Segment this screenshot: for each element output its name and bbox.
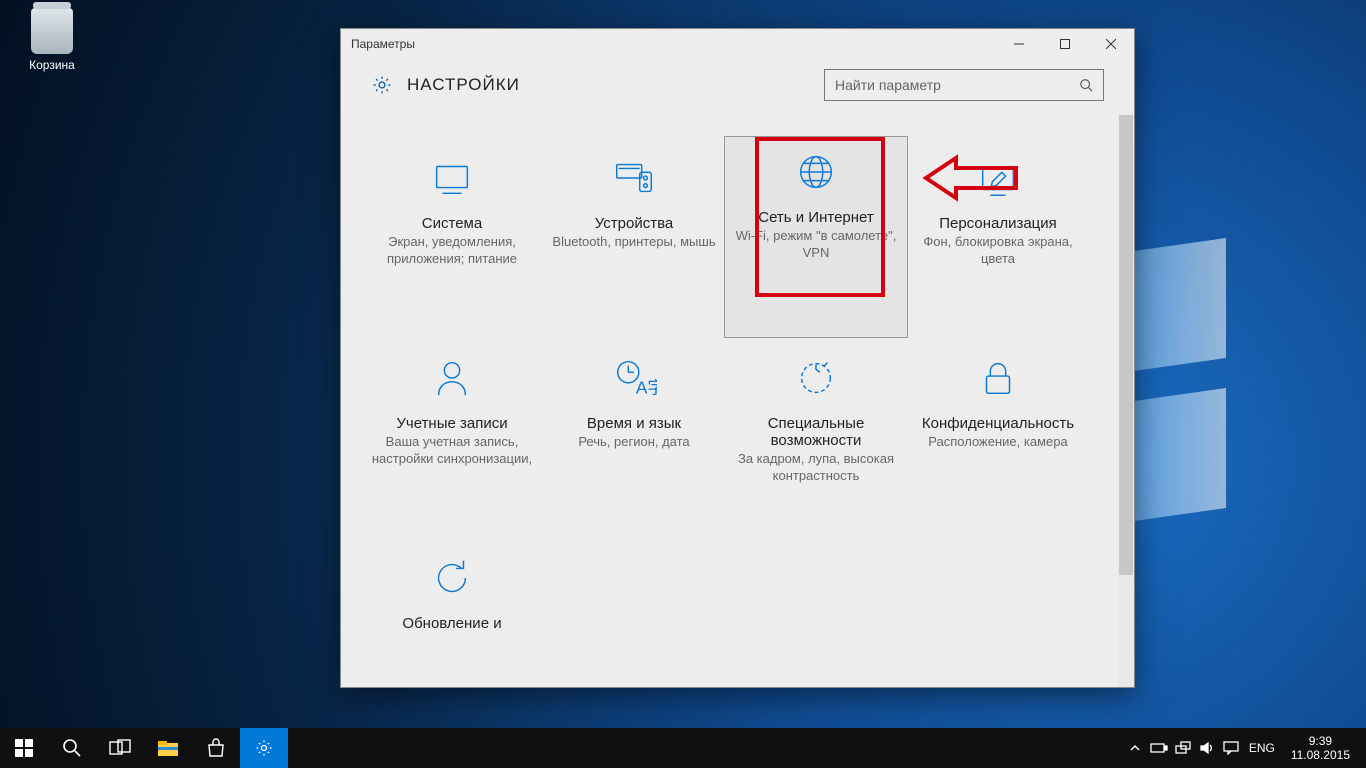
settings-window: Параметры НАСТРОЙКИ Система Экран, уведо…: [340, 28, 1135, 688]
settings-heading: НАСТРОЙКИ: [407, 75, 520, 95]
gear-icon: [371, 74, 393, 96]
task-view-icon[interactable]: [96, 728, 144, 768]
category-subtitle: Bluetooth, принтеры, мышь: [552, 234, 715, 251]
category-title: Время и язык: [587, 415, 681, 432]
category-time-language[interactable]: A字 Время и язык Речь, регион, дата: [543, 343, 725, 543]
scrollbar[interactable]: [1118, 115, 1134, 687]
start-button[interactable]: [0, 728, 48, 768]
tray-chevron-up-icon[interactable]: [1123, 728, 1147, 768]
category-title: Устройства: [595, 215, 673, 232]
maximize-button[interactable]: [1042, 29, 1088, 59]
category-title: Система: [422, 215, 482, 232]
tray-notifications-icon[interactable]: [1219, 728, 1243, 768]
file-explorer-icon[interactable]: [144, 728, 192, 768]
desktop: Корзина Параметры НАСТРОЙКИ Систем: [0, 0, 1366, 768]
tray-battery-icon[interactable]: [1147, 728, 1171, 768]
category-title: Обновление и: [402, 615, 501, 632]
category-ease-of-access[interactable]: Специальные возможности За кадром, лупа,…: [725, 343, 907, 543]
recycle-bin-label: Корзина: [14, 58, 90, 72]
category-title: Конфиденциальность: [922, 415, 1074, 432]
category-subtitle: Речь, регион, дата: [578, 434, 689, 451]
category-title: Сеть и Интернет: [758, 209, 874, 226]
search-icon: [1079, 78, 1093, 92]
category-subtitle: Wi-Fi, режим "в самолете", VPN: [731, 228, 901, 262]
category-update[interactable]: Обновление и: [361, 543, 543, 687]
search-box[interactable]: [824, 69, 1104, 101]
category-subtitle: За кадром, лупа, высокая контрастность: [731, 451, 901, 485]
personalization-icon: [973, 153, 1023, 203]
minimize-button[interactable]: [996, 29, 1042, 59]
category-subtitle: Ваша учетная запись, настройки синхрониз…: [367, 434, 537, 468]
update-icon: [427, 553, 477, 603]
titlebar[interactable]: Параметры: [341, 29, 1134, 59]
category-grid: Система Экран, уведомления, приложения; …: [341, 115, 1134, 687]
privacy-icon: [973, 353, 1023, 403]
category-title: Учетные записи: [396, 415, 507, 432]
ease-of-access-icon: [791, 353, 841, 403]
recycle-bin-icon[interactable]: Корзина: [14, 8, 90, 72]
accounts-icon: [427, 353, 477, 403]
close-button[interactable]: [1088, 29, 1134, 59]
tray-clock[interactable]: 9:39 11.08.2015: [1281, 734, 1360, 763]
tray-time: 9:39: [1291, 734, 1350, 748]
category-privacy[interactable]: Конфиденциальность Расположение, камера: [907, 343, 1089, 543]
time-language-icon: A字: [609, 353, 659, 403]
devices-icon: [609, 153, 659, 203]
category-system[interactable]: Система Экран, уведомления, приложения; …: [361, 143, 543, 343]
system-icon: [427, 153, 477, 203]
tray-date: 11.08.2015: [1291, 748, 1350, 762]
category-subtitle: Расположение, камера: [928, 434, 1067, 451]
category-title: Специальные возможности: [731, 415, 901, 449]
settings-header: НАСТРОЙКИ: [341, 59, 1134, 115]
system-tray: ENG 9:39 11.08.2015: [1123, 728, 1366, 768]
category-personalization[interactable]: Персонализация Фон, блокировка экрана, ц…: [907, 143, 1089, 343]
svg-text:A字: A字: [636, 377, 657, 397]
category-devices[interactable]: Устройства Bluetooth, принтеры, мышь: [543, 143, 725, 343]
tray-network-icon[interactable]: [1171, 728, 1195, 768]
category-subtitle: Экран, уведомления, приложения; питание: [367, 234, 537, 268]
tray-volume-icon[interactable]: [1195, 728, 1219, 768]
search-input[interactable]: [835, 77, 1079, 93]
window-title: Параметры: [351, 37, 415, 51]
settings-body: Система Экран, уведомления, приложения; …: [341, 115, 1134, 687]
scrollbar-thumb[interactable]: [1119, 115, 1133, 575]
network-icon: [791, 147, 841, 197]
category-subtitle: Фон, блокировка экрана, цвета: [913, 234, 1083, 268]
taskbar-search-icon[interactable]: [48, 728, 96, 768]
settings-taskbar-icon[interactable]: [240, 728, 288, 768]
category-title: Персонализация: [939, 215, 1057, 232]
tray-language[interactable]: ENG: [1243, 741, 1281, 755]
category-network[interactable]: Сеть и Интернет Wi-Fi, режим "в самолете…: [725, 137, 907, 337]
store-icon[interactable]: [192, 728, 240, 768]
category-accounts[interactable]: Учетные записи Ваша учетная запись, наст…: [361, 343, 543, 543]
taskbar: ENG 9:39 11.08.2015: [0, 728, 1366, 768]
